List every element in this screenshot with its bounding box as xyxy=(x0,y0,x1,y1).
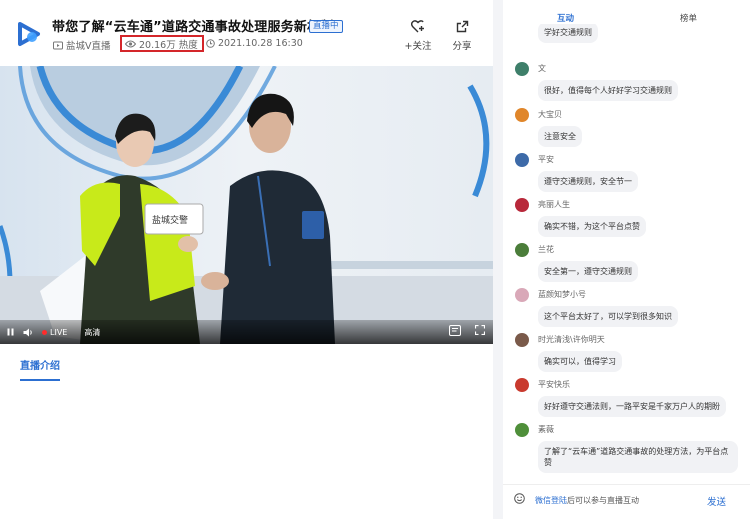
live-header: 带您了解“云车通”道路交通事故处理服务新机制 直播中 盐城V直播 20.16万 … xyxy=(0,0,493,66)
live-dot-icon xyxy=(42,329,47,335)
chat-bubble: 这个平台太好了，可以学到很多知识 xyxy=(538,306,678,327)
avatar[interactable] xyxy=(515,243,529,257)
quality-selector[interactable]: 高清 xyxy=(84,327,100,338)
chat-username: 兰花 xyxy=(538,245,554,254)
volume-icon[interactable] xyxy=(23,328,33,337)
chat-bubble: 好好遵守交通法则，一路平安是千家万户人的期盼 xyxy=(538,396,726,417)
video-player[interactable]: 盐城交警 LIVE 高清 xyxy=(0,66,493,344)
avatar[interactable] xyxy=(515,378,529,392)
avatar[interactable] xyxy=(515,333,529,347)
share-icon xyxy=(456,20,468,33)
live-indicator: LIVE xyxy=(42,328,67,337)
app-logo-icon xyxy=(18,22,40,46)
chat-username: 文 xyxy=(538,64,546,73)
content-tabs: 直播介绍 xyxy=(20,354,60,381)
live-label: LIVE xyxy=(50,327,68,337)
tv-icon xyxy=(53,41,63,49)
chat-bubble: 确实可以，值得学习 xyxy=(538,351,622,372)
follow-label: +关注 xyxy=(404,41,432,52)
start-time-value: 2021.10.28 16:30 xyxy=(218,38,303,49)
chat-bubble: 遵守交通规则，安全节一 xyxy=(538,171,638,192)
share-button[interactable]: 分享 xyxy=(442,20,482,52)
chat-bubble: 了解了“云车通”道路交通事故的处理方法，为平台点赞 xyxy=(538,441,738,473)
avatar[interactable] xyxy=(515,288,529,302)
live-status-badge: 直播中 xyxy=(309,20,343,33)
chat-username: 时光清浅\许你明天 xyxy=(538,335,605,344)
start-time: 2021.10.28 16:30 xyxy=(206,38,303,49)
chat-bubble: 注意安全 xyxy=(538,126,582,147)
chat-username: 亮丽人生 xyxy=(538,200,570,209)
chat-username: 平安 xyxy=(538,155,554,164)
side-tabs: 互动 榜单 xyxy=(503,0,750,29)
video-frame: 盐城交警 xyxy=(0,66,493,344)
avatar[interactable] xyxy=(515,108,529,122)
live-main-panel: 带您了解“云车通”道路交通事故处理服务新机制 直播中 盐城V直播 20.16万 … xyxy=(0,0,493,519)
chat-bubble: 学好交通规则 xyxy=(538,24,598,43)
sign-text: 盐城交警 xyxy=(152,214,188,226)
tab-ranking[interactable]: 榜单 xyxy=(680,12,697,24)
chat-bubble: 很好，值得每个人好好学习交通规则 xyxy=(538,80,678,101)
avatar[interactable] xyxy=(515,198,529,212)
fullscreen-icon[interactable] xyxy=(474,324,486,338)
chat-bubble: 安全第一，遵守交通规则 xyxy=(538,261,638,282)
heat-count: 20.16万 热度 xyxy=(120,35,204,52)
page-title: 带您了解“云车通”道路交通事故处理服务新机制 xyxy=(52,20,334,35)
avatar[interactable] xyxy=(515,423,529,437)
chat-bubble: 确实不错，为这个平台点赞 xyxy=(538,216,646,237)
avatar[interactable] xyxy=(515,153,529,167)
chat-input-bar[interactable]: 微信登陆后可以参与直播互动 发送 xyxy=(503,484,750,514)
chat-list[interactable]: 学好交通规则 文 很好，值得每个人好好学习交通规则 大宝贝 注意安全 平安 遵守… xyxy=(503,24,750,480)
tab-interaction[interactable]: 互动 xyxy=(557,12,574,29)
login-prompt-text: 后可以参与直播互动 xyxy=(567,496,639,505)
follow-button[interactable]: +关注 xyxy=(398,20,438,52)
wechat-login-link[interactable]: 微信登陆 xyxy=(535,496,567,505)
source-info[interactable]: 盐城V直播 xyxy=(53,38,111,52)
source-name: 盐城V直播 xyxy=(66,41,111,52)
emoji-icon[interactable] xyxy=(514,493,525,504)
send-button[interactable]: 发送 xyxy=(707,494,726,508)
player-controls: LIVE 高清 xyxy=(0,320,493,344)
tab-live-intro[interactable]: 直播介绍 xyxy=(20,357,60,381)
heat-value: 20.16万 热度 xyxy=(139,39,198,51)
pause-icon[interactable] xyxy=(7,328,14,336)
avatar[interactable] xyxy=(515,62,529,76)
chat-username: 素薇 xyxy=(538,425,554,434)
danmaku-icon[interactable] xyxy=(449,325,461,338)
heart-plus-icon xyxy=(411,20,424,33)
chat-username: 大宝贝 xyxy=(538,110,562,119)
login-prompt: 微信登陆后可以参与直播互动 xyxy=(535,495,639,506)
share-label: 分享 xyxy=(452,41,472,52)
chat-username: 蓝颜知梦小号 xyxy=(538,290,586,299)
side-panel: 互动 榜单 学好交通规则 文 很好，值得每个人好好学习交通规则 大宝贝 注意安全… xyxy=(503,0,750,519)
chat-username: 平安快乐 xyxy=(538,380,570,389)
clock-icon xyxy=(206,39,215,48)
eye-icon xyxy=(125,40,136,47)
